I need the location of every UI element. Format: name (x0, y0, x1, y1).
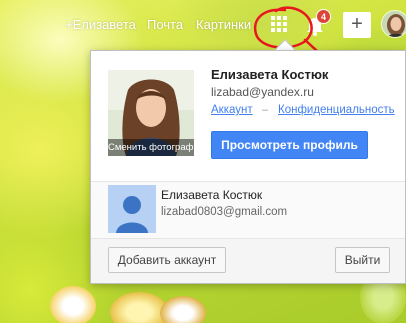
share-plus-button[interactable]: + (343, 12, 371, 38)
profile-avatar-button[interactable] (381, 10, 406, 38)
flower-decoration (50, 286, 96, 323)
other-account-email: lizabad0803@gmail.com (161, 206, 288, 218)
flower-decoration (110, 292, 168, 323)
flower-decoration (160, 296, 206, 323)
add-account-button[interactable]: Добавить аккаунт (108, 247, 226, 273)
sign-out-button[interactable]: Выйти (335, 247, 390, 273)
avatar-photo-icon (382, 11, 406, 37)
account-link[interactable]: Аккаунт (211, 104, 253, 116)
images-link[interactable]: Картинки (196, 17, 251, 32)
account-panel-footer: Добавить аккаунт Выйти (91, 239, 405, 283)
other-account-name: Елизавета Костюк (161, 188, 263, 202)
link-separator: – (262, 104, 269, 116)
profile-photo[interactable]: Сменить фотографию (108, 70, 194, 156)
mail-link[interactable]: Почта (147, 17, 183, 32)
change-photo-label[interactable]: Сменить фотографию (108, 139, 194, 156)
account-email: lizabad@yandex.ru (211, 85, 314, 99)
apps-launcher-button[interactable] (262, 9, 296, 39)
account-name: Елизавета Костюк (211, 67, 329, 82)
user-link[interactable]: +Елизавета (65, 17, 136, 32)
view-profile-button[interactable]: Просмотреть профиль (211, 131, 368, 159)
apps-grid-icon (271, 16, 287, 32)
default-avatar-icon (108, 185, 156, 233)
privacy-link[interactable]: Конфиденциальность (278, 104, 395, 116)
other-account-row[interactable]: Елизавета Костюк lizabad0803@gmail.com (91, 181, 405, 239)
notification-count-badge: 4 (316, 9, 331, 24)
account-panel: Сменить фотографию Елизавета Костюк liza… (90, 50, 406, 284)
